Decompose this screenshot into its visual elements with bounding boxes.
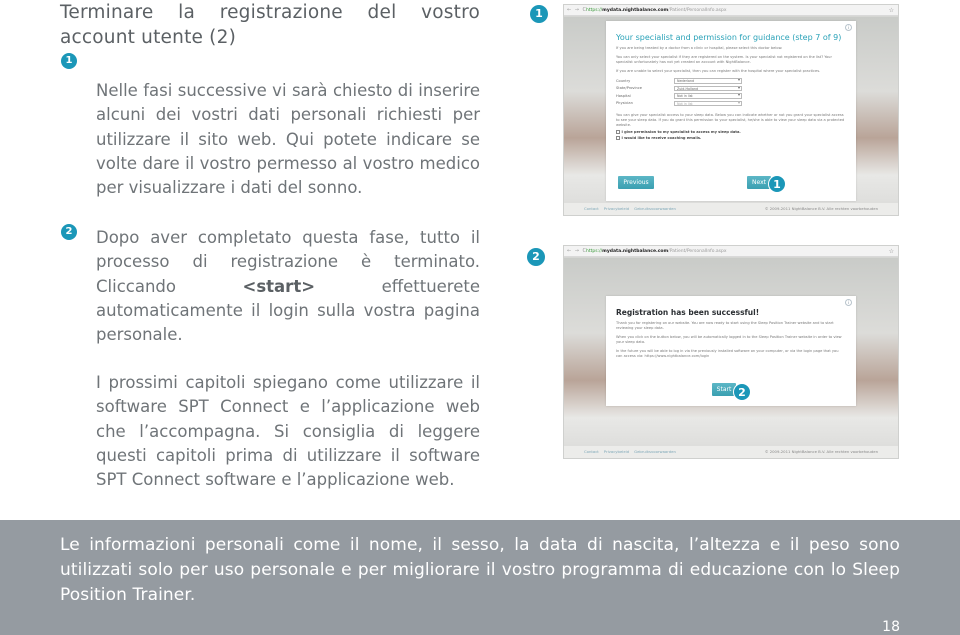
country-select[interactable]: Nederland [674,78,742,84]
footer-copyright: © 2009-2011 NightBalance B.V. Alle recht… [764,449,878,454]
url-path: /Patient/PersonalInfo.aspx [668,249,727,254]
browser-nav-icons: ← → C [567,7,588,13]
site-footer: Contact Privacybeleid Gebruiksvoorwaarden … [564,203,898,215]
step7-panel: i Your specialist and permission for gui… [606,21,856,201]
step7-text-2: You can only select your specialist if t… [616,55,832,64]
chapters-text: I prossimi capitoli spiegano come utiliz… [96,373,480,490]
checkbox-icon [616,130,620,134]
physician-select[interactable]: Not in list [674,100,742,106]
footer-terms-link[interactable]: Gebruiksvoorwaarden [634,206,676,211]
screenshot-registration-success: ← → C https://mydata.nightbalance.com/Pa… [563,245,899,459]
page-title: Terminare la registrazione del vostro ac… [60,2,480,48]
permission-checkbox[interactable]: I give permission to my specialist to ac… [616,130,846,134]
step7-text-4: You can give your specialist access to y… [616,113,845,127]
info-icon: i [845,24,852,31]
footer-contact-link[interactable]: Contact [584,206,599,211]
callout-2: 2 [733,383,751,401]
success-text-2: When you click on the button below, you … [616,335,842,344]
url-path: /Patient/PersonalInfo.aspx [668,8,727,13]
url-scheme: https:// [586,249,603,254]
coaching-checkbox-label: I would like to receive coaching emails. [621,136,702,140]
country-label: Country [616,78,631,83]
start-keyword: <start> [242,276,316,296]
screenshot-step7: ← → C https://mydata.nightbalance.com/Pa… [563,4,899,216]
browser-address-bar: ← → C https://mydata.nightbalance.com/Pa… [564,5,898,16]
bookmark-star-icon: ☆ [888,248,894,255]
step-badge-1: 1 [61,53,77,69]
footer-copyright: © 2009-2011 NightBalance B.V. Alle recht… [764,206,878,211]
screenshot2-badge: 2 [527,248,545,266]
success-panel: i Registration has been successful! Than… [606,296,856,406]
site-footer: Contact Privacybeleid Gebruiksvoorwaarden … [564,446,898,458]
previous-button[interactable]: Previous [618,176,654,189]
url-host: mydata.nightbalance.com [602,8,669,13]
info-icon: i [845,299,852,306]
browser-nav-icons: ← → C [567,248,588,254]
success-title: Registration has been successful! [616,308,760,317]
info-banner: Le informazioni personali come il nome, … [0,520,960,635]
step-badge-2: 2 [61,224,77,240]
step7-text-3: If you are unable to select your special… [616,69,821,73]
footer-privacy-link[interactable]: Privacybeleid [604,449,629,454]
step7-text-1: If you are being treated by a doctor fro… [616,46,783,50]
checkbox-icon [616,136,620,140]
coaching-checkbox[interactable]: I would like to receive coaching emails. [616,136,846,140]
url-scheme: https:// [586,8,603,13]
bookmark-star-icon: ☆ [888,7,894,14]
form-row-physician: Physician Not in list [616,100,846,108]
hospital-label: Hospital [616,93,631,98]
hospital-select[interactable]: Not in list [674,93,742,99]
callout-1: 1 [768,175,786,193]
form-row-country: Country Nederland [616,77,846,85]
page-number: 18 [882,619,900,635]
specialist-form: Country Nederland State/Province Zuid-Holl… [616,77,846,107]
footer-privacy-link[interactable]: Privacybeleid [604,206,629,211]
step2-text: Dopo aver completato questa fase, tutto … [96,226,480,347]
state-label: State/Province [616,86,643,91]
form-row-hospital: Hospital Not in list [616,92,846,100]
success-text-1: Thank you for registering on our website… [616,321,834,330]
permission-checkbox-label: I give permission to my specialist to ac… [621,130,741,134]
step7-title: Your specialist and permission for guida… [616,33,842,42]
footer-terms-link[interactable]: Gebruiksvoorwaarden [634,449,676,454]
screenshot1-badge: 1 [530,5,548,23]
physician-label: Physician [616,101,633,106]
step1-text: Nelle fasi successive vi sarà chiesto di… [96,81,480,198]
form-row-state: State/Province Zuid-Holland [616,85,846,93]
privacy-note: Le informazioni personali come il nome, … [60,535,900,605]
url-host: mydata.nightbalance.com [602,249,669,254]
state-select[interactable]: Zuid-Holland [674,85,742,91]
footer-contact-link[interactable]: Contact [584,449,599,454]
success-text-3: In the future you will be able to log in… [616,349,839,358]
browser-address-bar: ← → C https://mydata.nightbalance.com/Pa… [564,246,898,257]
